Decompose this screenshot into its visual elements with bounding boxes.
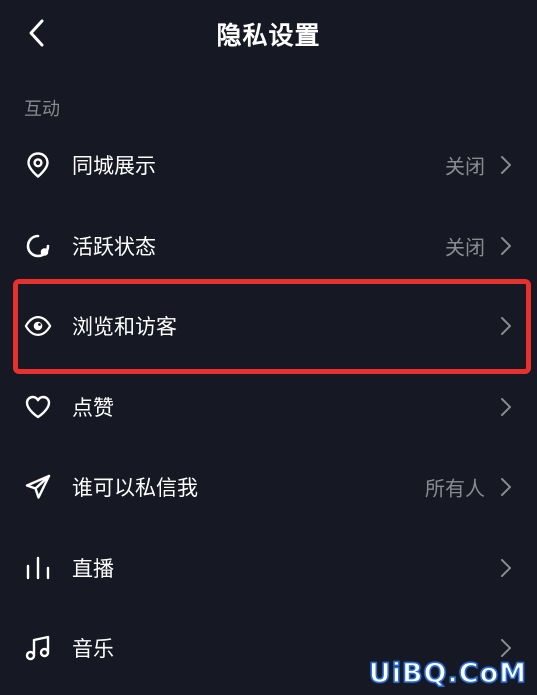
- settings-item-direct-message[interactable]: 谁可以私信我 所有人: [0, 447, 537, 528]
- location-pin-icon: [24, 151, 52, 179]
- settings-item-label: 浏览和访客: [72, 315, 177, 340]
- chevron-right-icon: [499, 235, 513, 257]
- settings-item-label: 音乐: [72, 637, 114, 662]
- settings-item-label: 谁可以私信我: [72, 476, 198, 501]
- chevron-right-icon: [499, 396, 513, 418]
- paper-plane-icon: [24, 473, 52, 501]
- settings-list: 同城展示 关闭 活跃状态 关闭 浏览和访客 点赞 谁可以私信我 所有人 直播 音…: [0, 125, 537, 689]
- live-bars-icon: [24, 554, 52, 582]
- settings-item-label: 活跃状态: [72, 234, 156, 259]
- chevron-right-icon: [499, 154, 513, 176]
- settings-item-value: 所有人: [425, 476, 485, 501]
- activity-status-icon: [24, 232, 52, 260]
- settings-item-active-status[interactable]: 活跃状态 关闭: [0, 206, 537, 287]
- watermark: UiBQ.CoM: [368, 657, 527, 690]
- section-label: 互动: [24, 99, 60, 120]
- settings-item-label: 直播: [72, 556, 114, 581]
- settings-item-label: 点赞: [72, 395, 114, 420]
- settings-item-value: 关闭: [445, 154, 485, 179]
- chevron-right-icon: [499, 315, 513, 337]
- settings-item-value: 关闭: [445, 235, 485, 260]
- settings-item-label: 同城展示: [72, 154, 156, 179]
- heart-icon: [24, 393, 52, 421]
- chevron-right-icon: [499, 637, 513, 659]
- settings-item-likes[interactable]: 点赞: [0, 367, 537, 448]
- settings-item-live[interactable]: 直播: [0, 528, 537, 609]
- music-note-icon: [24, 634, 52, 662]
- settings-item-browse-visitors[interactable]: 浏览和访客: [0, 286, 537, 367]
- header-bar: 隐私设置: [0, 0, 537, 70]
- page-title: 隐私设置: [216, 21, 321, 50]
- chevron-right-icon: [499, 476, 513, 498]
- chevron-right-icon: [499, 557, 513, 579]
- settings-item-nearby-display[interactable]: 同城展示 关闭: [0, 125, 537, 206]
- eye-icon: [24, 312, 52, 340]
